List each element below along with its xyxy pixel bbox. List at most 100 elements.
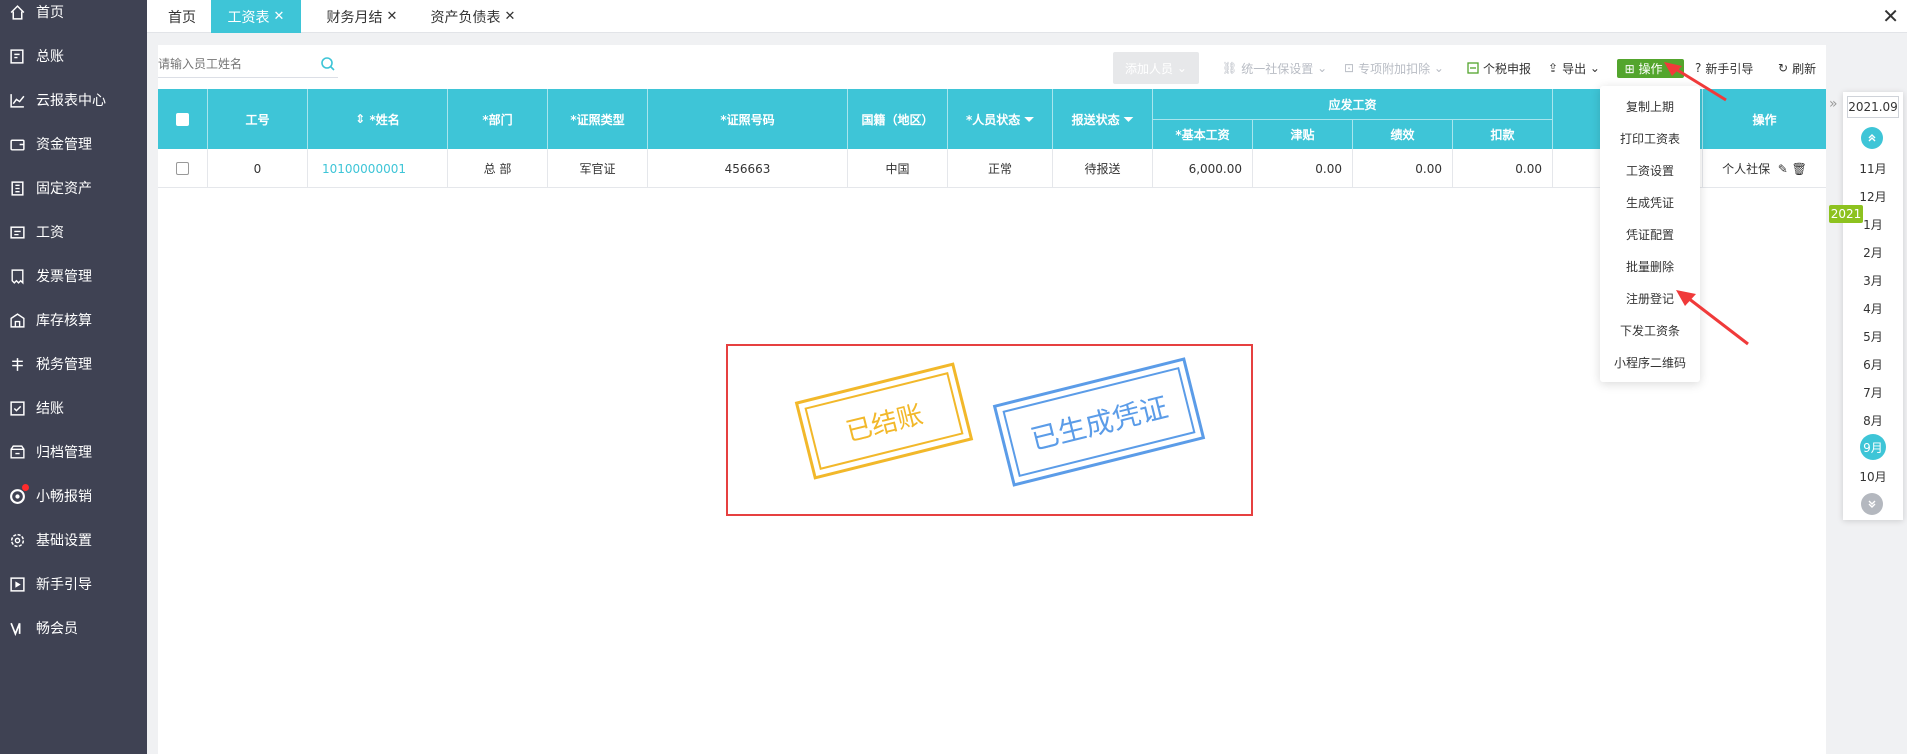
sidebar-item-funds[interactable]: 资金管理	[0, 122, 147, 166]
double-chevron-icon[interactable]: »	[1829, 96, 1838, 112]
cell-name: 10100000001	[308, 149, 448, 188]
special-deduction-label: 专项附加扣除	[1358, 61, 1431, 76]
menu-item-print[interactable]: 打印工资表	[1600, 122, 1700, 154]
close-icon[interactable]: ✕	[1882, 4, 1899, 28]
month-item[interactable]: 3月	[1848, 270, 1898, 290]
add-person-button[interactable]: 添加人员 ⌄	[1113, 52, 1199, 84]
close-icon[interactable]: ✕	[274, 9, 285, 24]
chevron-down-icon: ⌄	[1433, 61, 1444, 75]
special-deduction-button[interactable]: ⊡ 专项附加扣除 ⌄	[1344, 59, 1444, 77]
sidebar-item-salary[interactable]: 工资	[0, 210, 147, 254]
sidebar-item-label: 总账	[36, 49, 64, 65]
sidebar-item-invoice[interactable]: 发票管理	[0, 254, 147, 298]
sidebar-item-archive[interactable]: 归档管理	[0, 430, 147, 474]
export-button[interactable]: ⇪ 导出 ⌄	[1548, 59, 1600, 77]
menu-item-batch-delete[interactable]: 批量删除	[1600, 250, 1700, 282]
tab-month-close[interactable]: 财务月结 ✕	[317, 0, 407, 33]
play-icon	[8, 575, 26, 593]
month-item[interactable]: 10月	[1848, 466, 1898, 486]
tab-home[interactable]: 首页	[157, 0, 207, 33]
sidebar-item-inventory[interactable]: 库存核算	[0, 298, 147, 342]
sidebar-item-tax[interactable]: 税务管理	[0, 342, 147, 386]
row-checkbox[interactable]	[176, 162, 189, 175]
unify-social-label: 统一社保设置	[1241, 61, 1314, 76]
cell-deduction[interactable]: 0.00	[1453, 149, 1553, 188]
menu-item-mini-qr[interactable]: 小程序二维码	[1600, 346, 1700, 378]
menu-item-generate-voucher[interactable]: 生成凭证	[1600, 186, 1700, 218]
current-period[interactable]: 2021.09	[1847, 96, 1899, 118]
search-input[interactable]	[158, 52, 318, 76]
column-header: 扣款	[1453, 119, 1553, 149]
column-header-name[interactable]: ⇕ *姓名	[308, 89, 448, 149]
sidebar: 首页 总账 云报表中心 资金管理 固定资产 工资 发票管理 库存核算 税务管理 …	[0, 0, 147, 754]
cell-base-salary[interactable]: 6,000.00	[1153, 149, 1253, 188]
sidebar-item-vip[interactable]: 畅会员	[0, 606, 147, 650]
edit-icon[interactable]: ✎	[1778, 162, 1788, 176]
tax-report-button[interactable]: 个税申报	[1467, 59, 1531, 77]
building-icon	[8, 179, 26, 197]
search-icon[interactable]	[320, 56, 336, 76]
cell-report-status: 待报送	[1053, 149, 1153, 188]
deduction-icon: ⊡	[1344, 61, 1355, 75]
tab-salary-sheet[interactable]: 工资表 ✕	[211, 0, 301, 33]
sidebar-item-checkout[interactable]: 结账	[0, 386, 147, 430]
select-all-checkbox[interactable]	[176, 112, 189, 126]
menu-item-salary-settings[interactable]: 工资设置	[1600, 154, 1700, 186]
column-header: *证照类型	[548, 89, 648, 149]
sidebar-item-home[interactable]: 首页	[0, 0, 147, 34]
column-header: 工号	[208, 89, 308, 149]
gear-icon	[8, 531, 26, 549]
close-icon[interactable]: ✕	[387, 9, 398, 24]
sidebar-item-label: 云报表中心	[36, 93, 106, 109]
header-label: 扣款	[1490, 128, 1515, 142]
month-item[interactable]: 4月	[1848, 298, 1898, 318]
sidebar-item-label: 新手引导	[36, 577, 92, 593]
tab-label: 财务月结	[326, 9, 383, 26]
unify-social-button[interactable]: ⛓ 统一社保设置 ⌄	[1222, 59, 1327, 77]
sidebar-item-ledger[interactable]: 总账	[0, 34, 147, 78]
cell-allowance[interactable]: 0.00	[1253, 149, 1353, 188]
close-icon[interactable]: ✕	[505, 9, 516, 24]
month-item[interactable]: 1月	[1848, 214, 1898, 234]
tab-balance-sheet[interactable]: 资产负债表 ✕	[423, 0, 523, 33]
column-group-header: 应发工资	[1153, 89, 1553, 119]
month-item[interactable]: 12月	[1848, 186, 1898, 206]
month-item[interactable]: 2月	[1848, 242, 1898, 262]
cell-cert-type: 军官证	[548, 149, 648, 188]
scroll-down-button[interactable]	[1861, 493, 1883, 515]
month-item[interactable]: 11月	[1848, 158, 1898, 178]
refresh-button[interactable]: ↻ 刷新	[1778, 59, 1816, 77]
cell-nationality: 中国	[848, 149, 948, 188]
tab-label: 资产负债表	[430, 9, 501, 26]
cell-status: 正常	[948, 149, 1053, 188]
sidebar-item-report-center[interactable]: 云报表中心	[0, 78, 147, 122]
month-item[interactable]: 8月	[1848, 410, 1898, 430]
sidebar-item-reimburse[interactable]: 小畅报销	[0, 474, 147, 518]
sidebar-item-fixed-assets[interactable]: 固定资产	[0, 166, 147, 210]
month-item[interactable]: 5月	[1848, 326, 1898, 346]
column-header-report: 报送状态 ⏷	[1053, 89, 1153, 149]
sort-icon[interactable]: ⇕	[355, 112, 365, 126]
cell-performance[interactable]: 0.00	[1353, 149, 1453, 188]
sidebar-item-label: 税务管理	[36, 357, 92, 373]
filter-icon[interactable]: ⏷	[1024, 112, 1034, 127]
social-security-link[interactable]: 个人社保	[1722, 160, 1770, 177]
header-label: 报送状态	[1071, 112, 1120, 127]
table-header: 工号 ⇕ *姓名 *部门 *证照类型 *证照号码 国籍（地区） *人员状态 ⏷ …	[158, 89, 1826, 149]
month-item[interactable]: 6月	[1848, 354, 1898, 374]
chevron-down-icon: ⌄	[1589, 61, 1600, 75]
sidebar-item-settings[interactable]: 基础设置	[0, 518, 147, 562]
wallet-icon	[8, 135, 26, 153]
month-item-selected[interactable]: 9月	[1860, 434, 1886, 460]
tax-report-label: 个税申报	[1483, 61, 1532, 76]
sidebar-item-guide[interactable]: 新手引导	[0, 562, 147, 606]
cell-id: 0	[208, 149, 308, 188]
filter-icon[interactable]: ⏷	[1124, 112, 1134, 127]
menu-item-voucher-config[interactable]: 凭证配置	[1600, 218, 1700, 250]
notification-dot	[22, 484, 29, 491]
scroll-up-button[interactable]	[1861, 127, 1883, 149]
employee-name-link[interactable]: 10100000001	[322, 162, 406, 176]
header-label: 津贴	[1290, 128, 1315, 142]
trash-icon[interactable]: 🗑	[1792, 162, 1807, 176]
month-item[interactable]: 7月	[1848, 382, 1898, 402]
